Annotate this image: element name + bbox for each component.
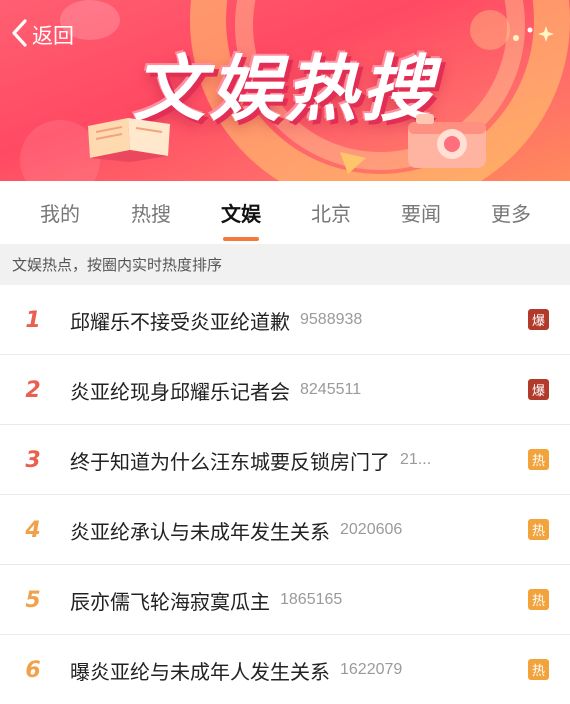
rank-number: 5	[25, 587, 41, 613]
badge-hot: 热	[528, 589, 549, 610]
camera-icon	[400, 104, 496, 178]
badge-explosive: 爆	[528, 379, 549, 400]
item-title: 终于知道为什么汪东城要反锁房门了	[70, 449, 390, 474]
tab-hot-search[interactable]: 热搜	[120, 198, 182, 227]
tab-label: 我的	[40, 202, 80, 226]
tab-mine[interactable]: 我的	[0, 198, 120, 227]
tab-label: 文娱	[221, 202, 261, 226]
badge-hot: 热	[528, 449, 549, 470]
item-text: 邱耀乐不接受炎亚纶道歉 9588938	[70, 285, 510, 355]
item-title: 曝炎亚纶与未成年人发生关系	[70, 659, 330, 684]
rank-number: 6	[25, 657, 41, 683]
list-item[interactable]: 1 邱耀乐不接受炎亚纶道歉 9588938 爆	[0, 285, 570, 355]
item-title: 邱耀乐不接受炎亚纶道歉	[70, 309, 290, 334]
rank-number: 1	[25, 307, 41, 333]
tab-more[interactable]: 更多	[480, 198, 542, 227]
item-text: 曝炎亚纶与未成年人发生关系 1622079	[70, 635, 510, 704]
list-item[interactable]: 4 炎亚纶承认与未成年发生关系 2020606 热	[0, 495, 570, 565]
heat-count: 8245511	[300, 381, 362, 398]
rank-number: 2	[25, 377, 41, 403]
tab-label: 要闻	[401, 202, 441, 226]
badge-hot: 热	[528, 519, 549, 540]
sparkles-icon	[508, 20, 558, 54]
item-text: 炎亚纶承认与未成年发生关系 2020606	[70, 495, 510, 565]
item-title: 炎亚纶承认与未成年发生关系	[70, 519, 330, 544]
tab-label: 热搜	[131, 202, 171, 226]
item-text: 辰亦儒飞轮海寂寞瓜主 1865165	[70, 565, 510, 635]
tab-beijing[interactable]: 北京	[300, 198, 362, 227]
badge-explosive: 爆	[528, 309, 549, 330]
list-item[interactable]: 5 辰亦儒飞轮海寂寞瓜主 1865165 热	[0, 565, 570, 635]
header-banner: 返回 文娱热搜	[0, 0, 570, 181]
hot-search-list: 1 邱耀乐不接受炎亚纶道歉 9588938 爆 2 炎亚纶现身邱耀乐记者会 82…	[0, 285, 570, 704]
list-item[interactable]: 3 终于知道为什么汪东城要反锁房门了 21... 热	[0, 425, 570, 495]
triangle-decoration	[338, 150, 368, 180]
active-tab-indicator	[223, 237, 259, 241]
heat-count: 9588938	[300, 311, 363, 328]
badge-hot: 热	[528, 659, 549, 680]
book-icon	[82, 104, 178, 168]
item-title: 炎亚纶现身邱耀乐记者会	[70, 379, 290, 404]
tab-label: 更多	[491, 202, 531, 226]
heat-count: 2020606	[340, 521, 403, 538]
item-text: 炎亚纶现身邱耀乐记者会 8245511	[70, 355, 510, 425]
heat-count: 1865165	[280, 591, 343, 608]
tab-news[interactable]: 要闻	[362, 198, 480, 227]
section-caption: 文娱热点，按圈内实时热度排序	[0, 244, 570, 285]
item-text: 终于知道为什么汪东城要反锁房门了 21...	[70, 425, 510, 495]
category-tabs: 我的 热搜 文娱 北京 要闻 更多	[0, 181, 570, 244]
list-item[interactable]: 6 曝炎亚纶与未成年人发生关系 1622079 热	[0, 635, 570, 704]
heat-count: 21...	[400, 451, 432, 468]
heat-count: 1622079	[340, 661, 403, 678]
list-item[interactable]: 2 炎亚纶现身邱耀乐记者会 8245511 爆	[0, 355, 570, 425]
rank-number: 3	[25, 447, 41, 473]
tab-entertainment[interactable]: 文娱	[182, 198, 300, 241]
rank-number: 4	[25, 517, 41, 543]
tab-label: 北京	[311, 202, 351, 226]
item-title: 辰亦儒飞轮海寂寞瓜主	[70, 589, 270, 614]
